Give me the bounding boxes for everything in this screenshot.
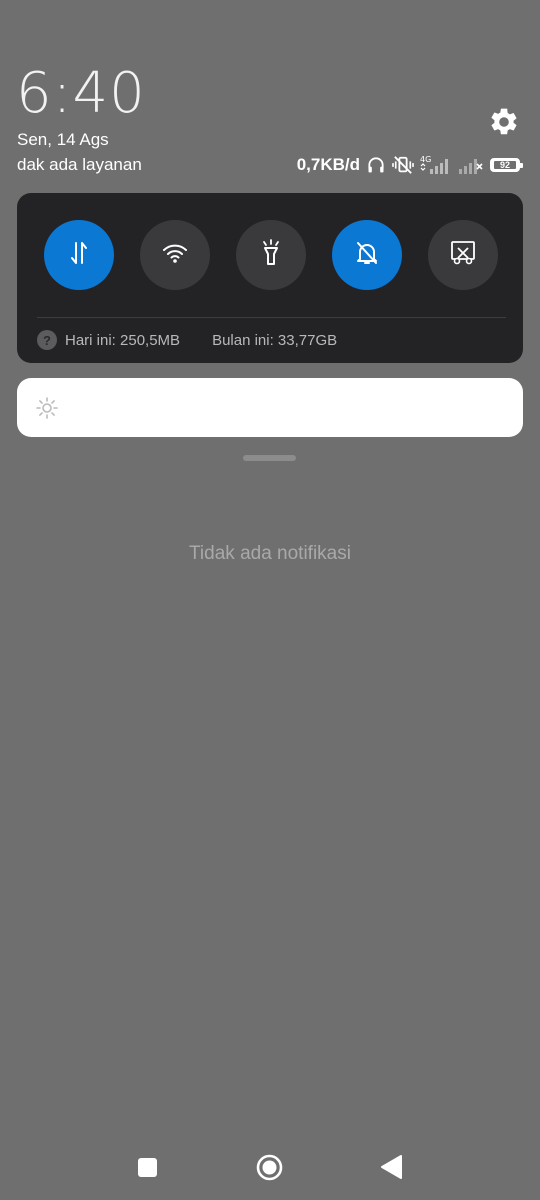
brightness-slider[interactable]: [17, 378, 523, 437]
battery-icon: 92: [490, 158, 523, 172]
usage-today: Hari ini: 250,5MB: [65, 331, 181, 349]
bell-off-icon: [354, 240, 380, 271]
brightness-icon: [35, 396, 59, 425]
data-arrows-icon: [67, 240, 91, 271]
back-button[interactable]: [380, 1154, 402, 1185]
carrier-status: dak ada layanan: [17, 155, 142, 174]
toggle-flashlight[interactable]: [236, 220, 306, 290]
signal-4g-icon: 4G: [420, 155, 452, 175]
clock[interactable]: 6:40: [16, 62, 146, 126]
wifi-icon: [162, 242, 188, 269]
recents-button[interactable]: [138, 1158, 157, 1177]
help-icon: ?: [37, 330, 57, 350]
gear-icon[interactable]: [488, 106, 520, 138]
divider: [37, 317, 506, 318]
usage-month: Bulan ini: 33,77GB: [212, 331, 338, 349]
quick-settings-panel: ? Hari ini: 250,5MB Bulan ini: 33,77GB: [17, 193, 523, 363]
battery-level: 92: [494, 161, 516, 170]
toggle-silent[interactable]: [332, 220, 402, 290]
vibrate-off-icon: [392, 155, 414, 175]
flashlight-icon: [259, 238, 283, 272]
navigation-bar: [0, 1144, 540, 1190]
home-button[interactable]: [256, 1154, 283, 1181]
date[interactable]: Sen, 14 Ags: [17, 130, 109, 150]
data-usage[interactable]: ? Hari ini: 250,5MB Bulan ini: 33,77GB: [37, 330, 337, 350]
drag-handle[interactable]: [243, 455, 296, 461]
svg-text:4G: 4G: [420, 155, 431, 164]
signal-no-service-icon: [458, 155, 484, 175]
status-icons: 0,7KB/d 4G 92: [296, 153, 523, 177]
scissors-icon: [450, 240, 476, 271]
toggle-wifi[interactable]: [140, 220, 210, 290]
headphones-icon: [366, 155, 386, 175]
toggle-screenshot[interactable]: [428, 220, 498, 290]
no-notifications-text: Tidak ada notifikasi: [189, 543, 351, 564]
network-speed: 0,7KB/d: [296, 155, 360, 174]
quick-toggles: [44, 220, 498, 290]
toggle-mobile-data[interactable]: [44, 220, 114, 290]
